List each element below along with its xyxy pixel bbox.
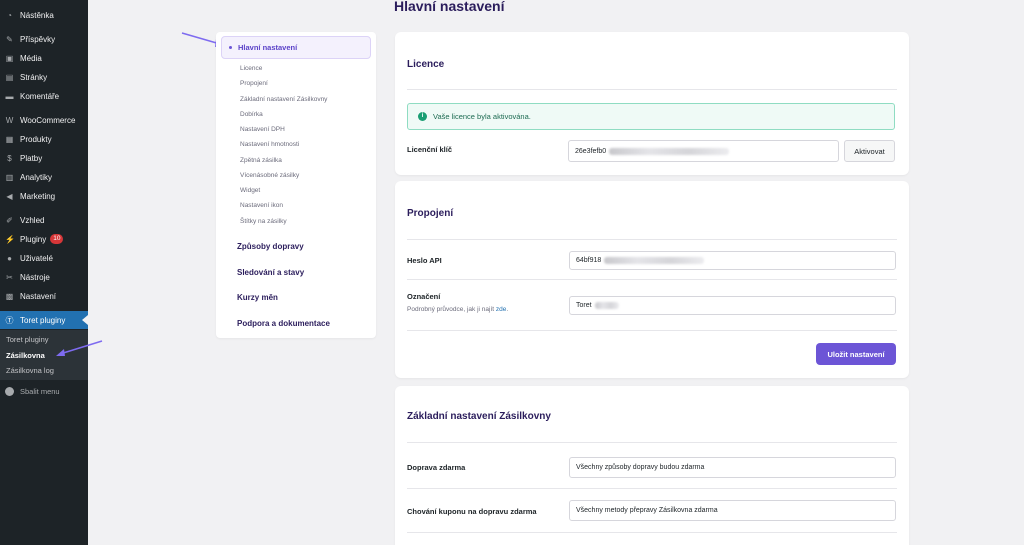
nav-subitem-dph[interactable]: Nastavení DPH [240, 126, 285, 133]
nav-subitem-zakladni[interactable]: Základní nastavení Zásilkovny [240, 96, 327, 103]
sidebar-item-payments[interactable]: $ Platby [0, 149, 88, 167]
sidebar-item-appearance[interactable]: ✐ Vzhled [0, 211, 88, 229]
nav-subitem-widget[interactable]: Widget [240, 187, 260, 194]
save-settings-button[interactable]: Uložit nastavení [816, 343, 896, 365]
sidebar-item-products[interactable]: ▦ Produkty [0, 130, 88, 148]
nav-subitem-ikony[interactable]: Nastavení ikon [240, 202, 283, 209]
coupon-behavior-select[interactable]: Všechny metody přepravy Zásilkovna zdarm… [569, 500, 896, 521]
propojeni-title: Propojení [407, 208, 454, 219]
divider [407, 488, 897, 489]
free-shipping-select[interactable]: Všechny způsoby dopravy budou zdarma [569, 457, 896, 478]
divider [407, 532, 897, 533]
guide-link[interactable]: zde [496, 306, 506, 313]
sidebar-item-comments[interactable]: ▬ Komentáře [0, 87, 88, 105]
nav-subitem-licence[interactable]: Licence [240, 65, 262, 72]
plugins-update-badge: 10 [50, 234, 64, 244]
nav-subitem-dobirka[interactable]: Dobírka [240, 111, 263, 118]
sidebar-item-woocommerce[interactable]: W WooCommerce [0, 111, 88, 129]
divider [407, 442, 897, 443]
propojeni-card: Propojení Heslo API 64bf918 Označení Pod… [395, 181, 909, 378]
nav-subitem-zpetna[interactable]: Zpětná zásilka [240, 157, 282, 164]
sidebar-item-toret-plugins[interactable]: Ⓣ Toret pluginy [0, 311, 88, 329]
api-password-field[interactable]: 64bf918 [569, 251, 896, 270]
sidebar-item-users[interactable]: ● Uživatelé [0, 249, 88, 267]
divider [407, 89, 897, 90]
info-icon: i [418, 112, 427, 121]
nav-section-podpora[interactable]: Podpora a dokumentace [237, 319, 330, 328]
free-shipping-label: Doprava zdarma [407, 463, 466, 472]
sidebar-item-posts[interactable]: ✎ Příspěvky [0, 30, 88, 48]
submenu-item-zasilkovna-log[interactable]: Zásilkovna log [6, 366, 54, 375]
pages-icon: ▤ [5, 72, 14, 82]
nav-subitem-stitky[interactable]: Štítky na zásilky [240, 218, 287, 225]
coupon-behavior-label: Chování kuponu na dopravu zdarma [407, 507, 537, 516]
licence-key-label: Licenční klíč [407, 145, 453, 154]
admin-sidebar: ◔ Nástěnka ✎ Příspěvky ▣ Média ▤ Stránky ▬ Ko… [0, 0, 88, 545]
nav-subitem-hmotnost[interactable]: Nastavení hmotnosti [240, 141, 299, 148]
licence-activated-notice: i Vaše licence byla aktivována. [407, 103, 895, 130]
submenu-item-zasilkovna[interactable]: Zásilkovna [6, 351, 45, 360]
nav-section-zpusoby-dopravy[interactable]: Způsoby dopravy [237, 242, 304, 251]
submenu-item-toret-plugins[interactable]: Toret pluginy [6, 335, 49, 344]
redacted-blur [594, 302, 619, 309]
sidebar-item-tools[interactable]: ✂ Nástroje [0, 268, 88, 286]
sidebar-item-settings[interactable]: ▩ Nastavení [0, 287, 88, 305]
woocommerce-icon: W [5, 115, 14, 125]
settings-icon: ▩ [5, 291, 14, 301]
redacted-blur [604, 257, 705, 264]
divider [407, 279, 897, 280]
marketing-icon: ◀ [6, 191, 13, 201]
toret-icon: Ⓣ [5, 315, 14, 325]
redacted-blur [609, 147, 730, 155]
active-dot-icon [229, 46, 232, 49]
divider [407, 239, 897, 240]
plugins-icon: ⚡ [5, 234, 15, 244]
settings-nav: Hlavní nastavení Licence Propojení Zákla… [216, 32, 376, 338]
nav-section-sledovani[interactable]: Sledování a stavy [237, 268, 304, 277]
tools-icon: ✂ [6, 272, 13, 282]
comments-icon: ▬ [5, 91, 14, 101]
payments-icon: $ [7, 153, 12, 163]
page-title: Hlavní nastavení [394, 0, 505, 14]
products-icon: ▦ [5, 134, 14, 144]
appearance-icon: ✐ [6, 215, 13, 225]
licence-card: Licence i Vaše licence byla aktivována. … [395, 32, 909, 175]
divider [407, 330, 897, 331]
pin-icon: ✎ [6, 34, 13, 44]
licence-key-field[interactable]: 26e3fefb0 [568, 140, 839, 162]
collapse-icon [5, 386, 14, 396]
sidebar-item-marketing[interactable]: ◀ Marketing [0, 187, 88, 205]
users-icon: ● [7, 253, 12, 263]
media-icon: ▣ [5, 53, 14, 63]
licence-title: Licence [407, 59, 445, 70]
zakladni-card: Základní nastavení Zásilkovny Doprava zd… [395, 386, 909, 545]
api-password-label: Heslo API [407, 256, 442, 265]
oznaceni-field[interactable]: Toret [569, 296, 896, 315]
zakladni-title: Základní nastavení Zásilkovny [407, 411, 551, 422]
analytics-icon: ▥ [5, 172, 14, 182]
nav-subitem-propojeni[interactable]: Propojení [240, 80, 268, 87]
collapse-menu-button[interactable]: Sbalit menu [0, 383, 88, 399]
sidebar-item-analytics[interactable]: ▥ Analytiky [0, 168, 88, 186]
annotation-arrow-submenu [56, 340, 103, 356]
sidebar-item-dashboard[interactable]: ◔ Nástěnka [0, 6, 88, 24]
nav-section-kurzy-men[interactable]: Kurzy měn [237, 293, 278, 302]
sidebar-item-plugins[interactable]: ⚡ Pluginy 10 [0, 230, 88, 248]
sidebar-item-media[interactable]: ▣ Média [0, 49, 88, 67]
nav-subitem-vicenasobne[interactable]: Vícenásobné zásilky [240, 172, 299, 179]
dashboard-icon: ◔ [7, 10, 12, 20]
oznaceni-help: Podrobný průvodce, jak ji najít zde. [407, 306, 509, 313]
sidebar-item-pages[interactable]: ▤ Stránky [0, 68, 88, 86]
oznaceni-label: Označení [407, 292, 441, 301]
nav-item-hlavni-nastaveni[interactable]: Hlavní nastavení [221, 36, 371, 59]
activate-button[interactable]: Aktivovat [844, 140, 895, 162]
